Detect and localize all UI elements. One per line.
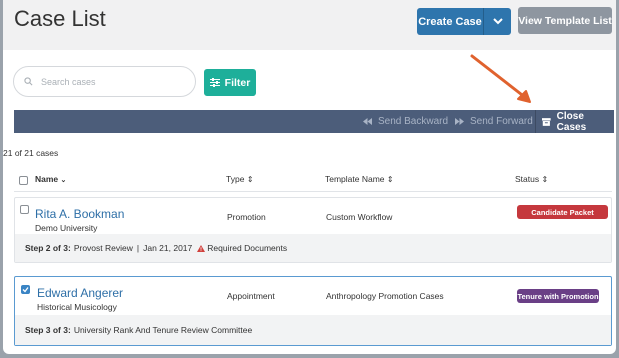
app-window: Case List Create Case View Template List (3, 0, 616, 354)
sort-icon: ⇕ (541, 175, 549, 184)
header-divider (14, 191, 612, 192)
fast-forward-icon (455, 118, 464, 125)
case-org: Demo University (35, 223, 98, 233)
case-org: Historical Musicology (37, 302, 117, 312)
warning-text: Required Documents (207, 243, 288, 253)
view-template-list-button[interactable]: View Template List (518, 7, 612, 34)
status-badge: Tenure with Promotion (517, 289, 599, 303)
page-title: Case List (14, 6, 106, 31)
sort-icon: ⇕ (386, 175, 394, 184)
column-header-type[interactable]: Type ⇕ (226, 174, 254, 184)
case-step-strip: Step 2 of 3: Provost Review | Jan 21, 20… (15, 234, 611, 262)
case-row[interactable]: Edward Angerer Historical Musicology App… (14, 276, 612, 346)
search-box[interactable] (13, 66, 196, 97)
column-header-type-label: Type (226, 174, 245, 184)
step-text: Provost Review (73, 243, 133, 253)
create-case-button[interactable]: Create Case (417, 8, 511, 35)
step-label: Step 3 of 3: (25, 325, 71, 335)
toolbar-divider (535, 110, 536, 133)
rewind-icon (363, 118, 372, 125)
step-separator: | (136, 243, 140, 253)
column-header-status[interactable]: Status ⇕ (515, 174, 548, 184)
create-case-dropdown-toggle[interactable] (484, 18, 511, 25)
step-text: University Rank And Tenure Review Commit… (73, 325, 253, 335)
chevron-down-icon (492, 18, 503, 25)
case-type: Appointment (227, 291, 275, 301)
case-type: Promotion (227, 212, 266, 222)
sort-icon: ⇕ (246, 175, 254, 184)
column-header-status-label: Status (515, 174, 540, 184)
warning-icon (197, 244, 206, 252)
archive-box-icon (542, 117, 551, 126)
column-header-template-name[interactable]: Template Name ⇕ (325, 174, 394, 184)
column-header-name-label: Name (35, 174, 59, 184)
select-all-checkbox[interactable] (19, 176, 28, 185)
case-step-strip: Step 3 of 3: University Rank And Tenure … (15, 315, 611, 345)
send-forward-label: Send Forward (470, 116, 533, 127)
send-backward-button[interactable]: Send Backward (363, 110, 448, 133)
case-template: Custom Workflow (326, 212, 393, 222)
search-input[interactable] (41, 76, 171, 87)
filter-label: Filter (224, 76, 251, 89)
create-case-label: Create Case (418, 15, 482, 28)
case-template: Anthropology Promotion Cases (326, 291, 444, 301)
checkmark-icon (22, 287, 29, 293)
column-header-name[interactable]: Name ⌄ (35, 174, 66, 184)
column-header-template-label: Template Name (325, 174, 385, 184)
close-cases-button[interactable]: Close Cases (542, 110, 614, 133)
page-header: Case List Create Case View Template List (3, 0, 616, 50)
send-forward-button[interactable]: Send Forward (455, 110, 533, 133)
case-row-checkbox[interactable] (20, 205, 29, 214)
annotation-arrow-icon (470, 54, 531, 103)
case-name-link[interactable]: Edward Angerer (37, 286, 123, 300)
status-badge: Candidate Packet (517, 205, 608, 219)
close-cases-label: Close Cases (556, 110, 587, 133)
step-date: Jan 21, 2017 (143, 243, 193, 253)
send-backward-label: Send Backward (378, 116, 449, 127)
case-count: 21 of 21 cases (3, 148, 59, 158)
case-row[interactable]: Rita A. Bookman Demo University Promotio… (14, 197, 612, 263)
case-name-link[interactable]: Rita A. Bookman (35, 207, 124, 221)
bulk-action-toolbar: Send Backward Send Forward Close Cases (14, 110, 614, 133)
step-label: Step 2 of 3: (25, 243, 71, 253)
filter-button[interactable]: Filter (204, 69, 256, 96)
search-icon (24, 77, 33, 86)
case-row-checkbox[interactable] (21, 285, 30, 294)
sort-desc-icon: ⌄ (60, 177, 67, 184)
sliders-icon (209, 78, 220, 87)
